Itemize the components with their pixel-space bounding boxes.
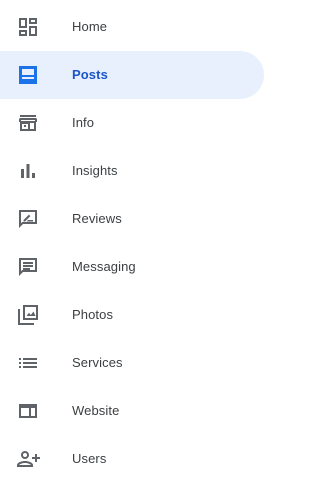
sidebar-item-insights[interactable]: Insights [0,147,264,195]
sidebar-item-label: Posts [72,67,108,82]
sidebar-item-users[interactable]: Users [0,435,264,483]
sidebar-nav: Home Posts Info Insights Reviews Messagi… [0,0,264,484]
person-add-icon [16,447,40,471]
sidebar-item-label: Messaging [72,259,136,274]
list-icon [16,351,40,375]
bar-chart-icon [16,159,40,183]
sidebar-item-label: Reviews [72,211,122,226]
rate-review-icon [16,207,40,231]
message-icon [16,255,40,279]
sidebar-item-home[interactable]: Home [0,3,264,51]
photo-library-icon [16,303,40,327]
sidebar-item-label: Photos [72,307,114,322]
sidebar-item-website[interactable]: Website [0,387,264,435]
sidebar-item-label: Home [72,19,108,34]
sidebar-item-info[interactable]: Info [0,99,264,147]
web-icon [16,399,40,423]
sidebar-item-label: Users [72,451,107,466]
sidebar-item-label: Services [72,355,123,370]
sidebar-item-label: Insights [72,163,118,178]
sidebar-item-photos[interactable]: Photos [0,291,264,339]
sidebar-item-services[interactable]: Services [0,339,264,387]
sidebar-item-label: Info [72,115,95,130]
sidebar-item-label: Website [72,403,120,418]
posts-icon [16,63,40,87]
sidebar-item-messaging[interactable]: Messaging [0,243,264,291]
storefront-icon [16,111,40,135]
sidebar-item-reviews[interactable]: Reviews [0,195,264,243]
dashboard-icon [16,15,40,39]
sidebar-item-posts[interactable]: Posts [0,51,264,99]
